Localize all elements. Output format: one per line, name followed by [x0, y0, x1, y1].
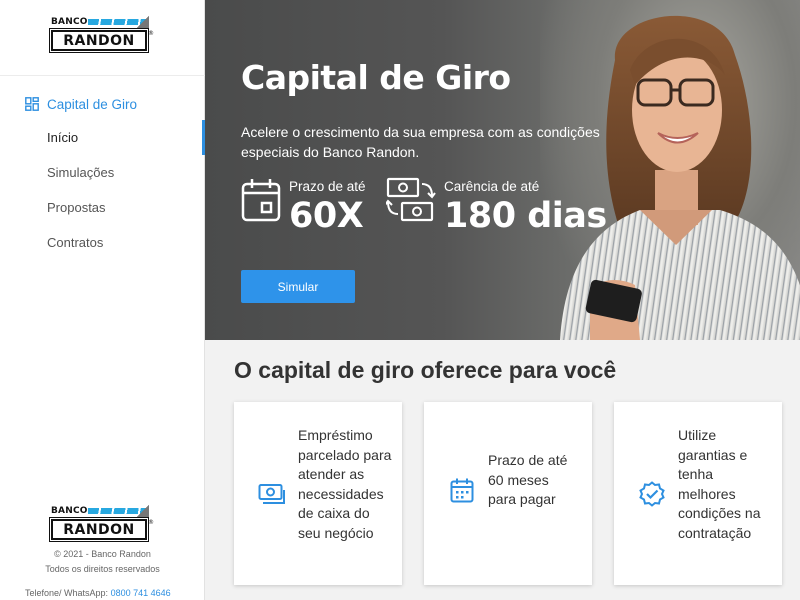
brand-reg-mark: ®: [148, 30, 154, 37]
stat-prazo-value: 60X: [289, 196, 364, 236]
benefit-card-prazo: Prazo de até 60 meses para pagar: [424, 402, 592, 585]
footer-brand-stripes: [88, 505, 149, 517]
calendar-icon: [241, 179, 281, 222]
footer-logo: BANCO RANDON ®: [49, 505, 154, 542]
benefit-card-garantias: Utilize garantias e tenha melhores condi…: [614, 402, 782, 585]
footer-brand-name: RANDON: [49, 517, 149, 542]
sidebar-item-simulacoes[interactable]: Simulações: [0, 155, 205, 190]
brand-top-text: BANCO: [51, 17, 88, 27]
footer-contact-number[interactable]: 0800 741 4646: [111, 588, 171, 598]
benefit-card-text: Utilize garantias e tenha melhores condi…: [678, 427, 761, 541]
footer-brand-reg-mark: ®: [148, 519, 154, 526]
footer-contact-label: Telefone/ WhatsApp:: [25, 588, 109, 598]
dashboard-icon: [25, 97, 39, 111]
hero-description: Acelere o crescimento da sua empresa com…: [241, 124, 600, 160]
benefit-card-emprestimo: Empréstimo parcelado para atender as nec…: [234, 402, 402, 585]
hero-woman-photo: [560, 15, 800, 340]
benefits-title: O capital de giro oferece para você: [234, 357, 617, 383]
footer-rights: Todos os direitos reservados: [45, 564, 160, 574]
sidebar-nav: Capital de Giro Início Simulações Propos…: [0, 92, 205, 260]
footer-brand-top-text: BANCO: [51, 506, 88, 516]
verified-badge-icon: [639, 481, 665, 507]
stat-carencia-value: 180 dias: [444, 196, 607, 236]
calendar-icon: [450, 478, 474, 503]
sidebar-item-contratos[interactable]: Contratos: [0, 225, 205, 260]
footer-contact: Telefone/ WhatsApp: 0800 741 4646: [25, 588, 171, 598]
hero-banner: Capital de Giro Acelere o crescimento da…: [205, 0, 800, 340]
benefit-card-text: Prazo de até 60 meses para pagar: [488, 452, 568, 508]
brand-logo[interactable]: BANCO RANDON ®: [49, 16, 154, 53]
money-bill-icon: [258, 484, 285, 504]
brand-name: RANDON: [49, 28, 149, 53]
sidebar-item-propostas[interactable]: Propostas: [0, 190, 205, 225]
sidebar-divider: [0, 75, 205, 76]
sidebar-footer: © 2021 - Banco Randon Todos os direitos …: [0, 547, 205, 577]
stat-carencia-label: Carência de até: [444, 179, 540, 194]
footer-copyright: © 2021 - Banco Randon: [54, 549, 151, 559]
money-exchange-icon: [386, 177, 436, 222]
sidebar-section-capital-de-giro[interactable]: Capital de Giro: [0, 92, 205, 116]
sidebar-section-label: Capital de Giro: [47, 96, 138, 112]
stat-prazo-label: Prazo de até: [289, 179, 366, 194]
brand-stripes: [88, 16, 149, 28]
simular-button[interactable]: Simular: [241, 270, 355, 303]
benefit-card-text: Empréstimo parcelado para atender as nec…: [298, 427, 392, 541]
sidebar: BANCO RANDON ® Capital de Giro Início Si…: [0, 0, 205, 600]
sidebar-item-inicio[interactable]: Início: [0, 120, 205, 155]
hero-title: Capital de Giro: [241, 58, 511, 97]
